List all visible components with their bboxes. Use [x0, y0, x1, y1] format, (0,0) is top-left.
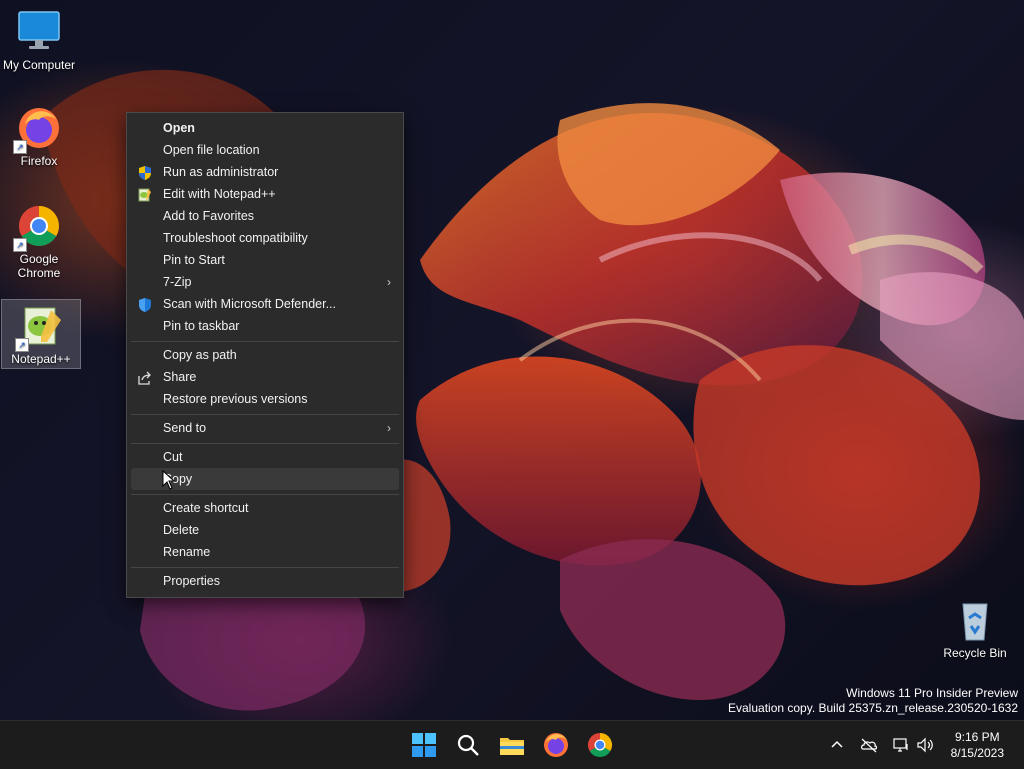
firefox-icon[interactable] — [540, 729, 572, 761]
menu-separator — [131, 414, 399, 415]
taskbar: 9:16 PM 8/15/2023 — [0, 720, 1024, 769]
monitor-icon — [15, 8, 63, 56]
menu-item-label: Troubleshoot compatibility — [163, 231, 308, 245]
menu-item-properties[interactable]: Properties — [131, 570, 399, 592]
chrome-icon[interactable] — [584, 729, 616, 761]
menu-item-cut[interactable]: Cut — [131, 446, 399, 468]
chevron-up-icon[interactable] — [828, 736, 846, 754]
menu-item-troubleshoot-compatibility[interactable]: Troubleshoot compatibility — [131, 227, 399, 249]
menu-item-label: Send to — [163, 421, 207, 435]
menu-item-label: Open file location — [163, 143, 260, 157]
menu-item-label: Open — [163, 121, 195, 135]
uac-shield-icon — [138, 165, 152, 180]
desktop-icon-my-computer[interactable]: My Computer — [0, 8, 78, 72]
clock-date: 8/15/2023 — [950, 746, 1004, 760]
menu-item-label: Edit with Notepad++ — [163, 187, 276, 201]
taskbar-clock[interactable]: 9:16 PM 8/15/2023 — [951, 729, 1004, 761]
file-explorer-icon[interactable] — [496, 729, 528, 761]
menu-item-label: Pin to Start — [163, 253, 225, 267]
menu-item-label: Add to Favorites — [163, 209, 255, 223]
desktop-icon-label: Google Chrome — [17, 252, 61, 280]
volume-icon[interactable] — [916, 736, 934, 754]
recycle-bin-icon — [951, 596, 999, 644]
defender-shield-icon — [138, 297, 152, 312]
menu-item-label: Create shortcut — [163, 501, 249, 515]
search-icon[interactable] — [452, 729, 484, 761]
share-icon — [138, 370, 152, 385]
desktop-icon-google-chrome[interactable]: ↗ Google Chrome — [0, 202, 78, 280]
menu-item-label: Cut — [163, 450, 183, 464]
notepadpp-icon: ↗ — [15, 302, 65, 352]
onedrive-icon[interactable] — [860, 736, 878, 754]
menu-item-7zip[interactable]: 7-Zip › — [131, 271, 399, 293]
start-icon[interactable] — [408, 729, 440, 761]
menu-item-label: Restore previous versions — [163, 392, 308, 406]
menu-item-edit-with-notepadpp[interactable]: Edit with Notepad++ — [131, 183, 399, 205]
desktop-icon-label: Notepad++ — [11, 352, 71, 366]
chrome-icon: ↗ — [13, 202, 63, 252]
desktop-icon-recycle-bin[interactable]: Recycle Bin — [936, 596, 1014, 660]
menu-separator — [131, 567, 399, 568]
desktop-icon-notepadpp[interactable]: ↗ Notepad++ — [1, 299, 81, 369]
menu-item-label: Scan with Microsoft Defender... — [163, 297, 336, 311]
mouse-pointer-icon — [162, 469, 176, 495]
evaluation-watermark: Windows 11 Pro Insider Preview Evaluatio… — [728, 686, 1018, 716]
shortcut-arrow-icon: ↗ — [15, 338, 29, 352]
chevron-right-icon: › — [387, 421, 391, 435]
menu-item-run-as-administrator[interactable]: Run as administrator — [131, 161, 399, 183]
menu-item-label: 7-Zip — [163, 275, 192, 289]
shortcut-arrow-icon: ↗ — [13, 238, 27, 252]
menu-item-scan-with-defender[interactable]: Scan with Microsoft Defender... — [131, 293, 399, 315]
menu-item-rename[interactable]: Rename — [131, 541, 399, 563]
shortcut-arrow-icon: ↗ — [13, 140, 27, 154]
notepadpp-icon — [138, 187, 152, 202]
menu-item-label: Copy as path — [163, 348, 237, 362]
desktop-icon-label: My Computer — [2, 58, 76, 72]
menu-separator — [131, 443, 399, 444]
menu-item-open[interactable]: Open — [131, 117, 399, 139]
menu-item-share[interactable]: Share — [131, 366, 399, 388]
clock-time: 9:16 PM — [954, 730, 1000, 744]
watermark-line1: Windows 11 Pro Insider Preview — [846, 686, 1018, 700]
menu-item-create-shortcut[interactable]: Create shortcut — [131, 497, 399, 519]
menu-separator — [131, 341, 399, 342]
menu-item-pin-to-start[interactable]: Pin to Start — [131, 249, 399, 271]
menu-item-copy-as-path[interactable]: Copy as path — [131, 344, 399, 366]
menu-item-open-file-location[interactable]: Open file location — [131, 139, 399, 161]
menu-item-label: Share — [163, 370, 197, 384]
desktop-icon-firefox[interactable]: ↗ Firefox — [0, 104, 78, 168]
desktop-icon-label: Recycle Bin — [943, 646, 1007, 660]
context-menu: Open Open file location Run as administr… — [126, 112, 404, 598]
menu-item-label: Properties — [163, 574, 220, 588]
menu-item-label: Delete — [163, 523, 200, 537]
menu-item-pin-to-taskbar[interactable]: Pin to taskbar — [131, 315, 399, 337]
menu-item-send-to[interactable]: Send to › — [131, 417, 399, 439]
menu-item-label: Pin to taskbar — [163, 319, 240, 333]
menu-item-label: Rename — [163, 545, 211, 559]
menu-item-add-to-favorites[interactable]: Add to Favorites — [131, 205, 399, 227]
menu-item-delete[interactable]: Delete — [131, 519, 399, 541]
firefox-icon: ↗ — [13, 104, 63, 154]
chevron-right-icon: › — [387, 275, 391, 289]
watermark-line2: Evaluation copy. Build 25375.zn_release.… — [728, 701, 1018, 715]
desktop-icon-label: Firefox — [20, 154, 58, 168]
network-icon[interactable] — [892, 736, 910, 754]
menu-item-restore-previous-versions[interactable]: Restore previous versions — [131, 388, 399, 410]
menu-item-label: Run as administrator — [163, 165, 279, 179]
